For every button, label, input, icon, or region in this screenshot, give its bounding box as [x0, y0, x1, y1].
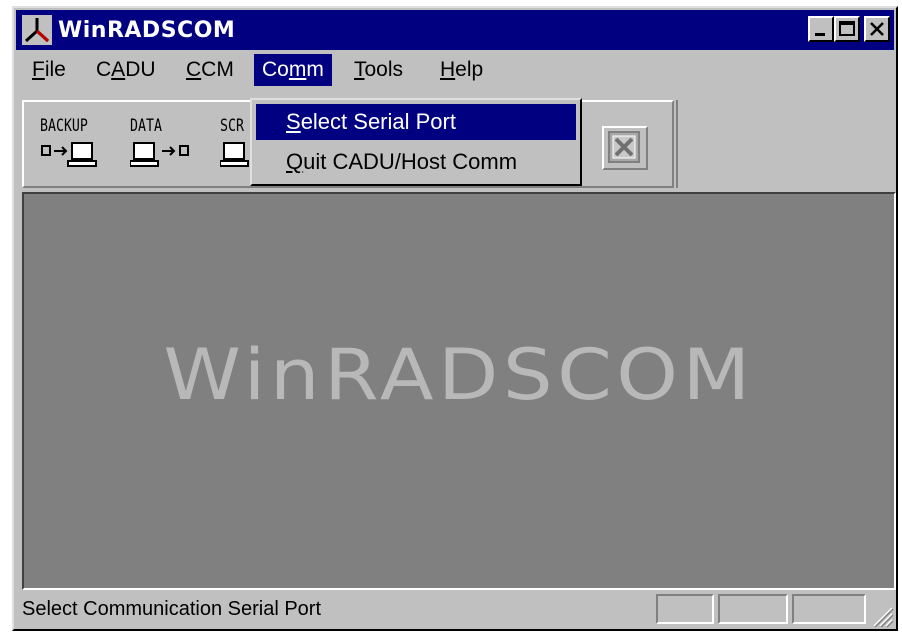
- menu-help[interactable]: Help: [432, 54, 491, 86]
- status-message: Select Communication Serial Port: [22, 598, 322, 620]
- menu-bar: File CADU CCM Comm Tools Help: [16, 50, 894, 90]
- screen-label: SCR: [220, 116, 244, 136]
- menu-file[interactable]: File: [24, 54, 74, 86]
- data-tool[interactable]: DATA: [130, 116, 200, 168]
- menu-tools[interactable]: Tools: [346, 54, 411, 86]
- toolbar-separator: [676, 100, 890, 188]
- status-panel-1: [656, 594, 714, 624]
- data-label: DATA: [130, 116, 162, 136]
- minimize-icon: [815, 33, 825, 36]
- minimize-button[interactable]: [808, 16, 834, 42]
- resize-grip-icon[interactable]: [868, 602, 894, 628]
- menu-item-quit-cadu-host-comm[interactable]: Quit CADU/Host Comm: [256, 144, 576, 180]
- comm-dropdown-menu: Select Serial Port Quit CADU/Host Comm: [250, 98, 582, 186]
- window-title: WinRADSCOM: [58, 18, 236, 43]
- splash-logo-text: WinRADSCOM: [163, 334, 755, 416]
- workspace-area: WinRADSCOM: [22, 192, 896, 590]
- status-panel-3: [792, 594, 866, 624]
- exit-tool-button[interactable]: [602, 126, 648, 170]
- title-bar[interactable]: WinRADSCOM: [16, 10, 894, 50]
- app-logo-icon: [22, 15, 52, 45]
- menu-ccm[interactable]: CCM: [178, 54, 242, 86]
- maximize-button[interactable]: [834, 16, 860, 42]
- menu-cadu[interactable]: CADU: [88, 54, 164, 86]
- status-panel-2: [718, 594, 788, 624]
- maximize-icon: [839, 21, 855, 36]
- close-button[interactable]: [864, 16, 890, 42]
- menu-item-select-serial-port[interactable]: Select Serial Port: [256, 104, 576, 140]
- backup-label: BACKUP: [40, 116, 88, 136]
- status-bar: Select Communication Serial Port: [16, 592, 894, 628]
- close-icon: [870, 22, 884, 36]
- menu-comm[interactable]: Comm: [254, 54, 332, 86]
- backup-tool[interactable]: BACKUP: [40, 116, 110, 168]
- backup-icon: [41, 142, 97, 167]
- data-transfer-icon: [130, 142, 189, 167]
- exit-x-icon: [608, 131, 640, 163]
